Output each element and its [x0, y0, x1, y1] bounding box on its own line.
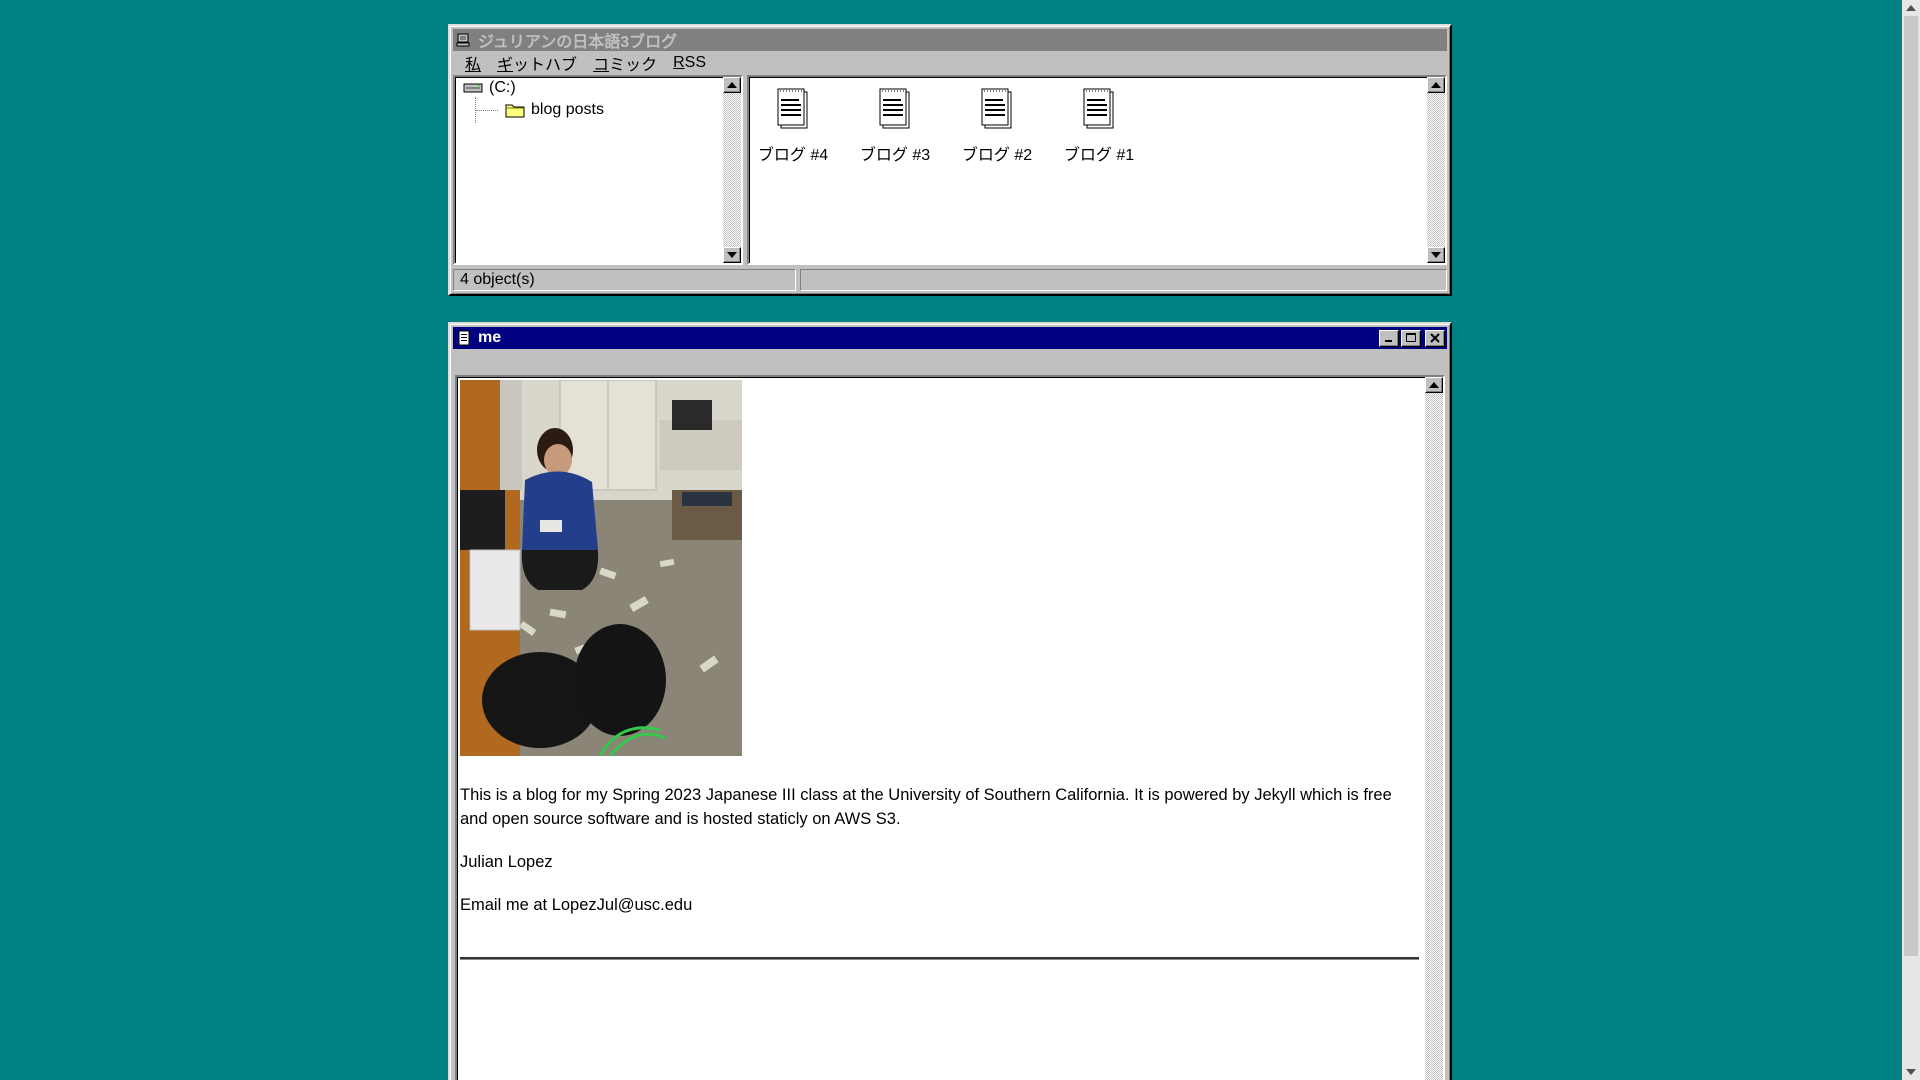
document-icon — [981, 88, 1012, 129]
tree-root-label: (C:) — [489, 79, 516, 96]
file-item-blog-2[interactable]: ブログ #2 — [961, 87, 1033, 165]
page-scrollbar[interactable] — [1902, 0, 1920, 1080]
menu-item-comic[interactable]: コミック — [591, 50, 659, 76]
document-icon — [1083, 88, 1114, 129]
profile-photo-illustration — [460, 380, 742, 756]
menu-item-github[interactable]: ギットハブ — [495, 50, 579, 76]
maximize-icon — [1406, 333, 1416, 342]
status-right-cell — [800, 269, 1447, 291]
me-window[interactable]: me This is a blog for my Spring 2023 Jap… — [448, 322, 1452, 1080]
file-grid: ブログ #4 ブログ #3 ブログ #2 ブログ #1 — [757, 87, 1135, 165]
drive-icon — [463, 83, 483, 93]
arrow-up-icon — [727, 82, 737, 88]
files-pane: ブログ #4 ブログ #3 ブログ #2 ブログ #1 — [747, 75, 1447, 265]
scroll-up-button[interactable] — [723, 77, 741, 93]
tree-item-blog-posts[interactable]: blog posts — [505, 101, 604, 119]
profile-photo — [460, 380, 742, 756]
explorer-window[interactable]: ジュリアンの日本語3ブログ 私 ギットハブ コミック RSS (C:) blog… — [448, 24, 1452, 296]
content-body: This is a blog for my Spring 2023 Japane… — [460, 380, 1419, 960]
folder-icon — [505, 104, 525, 118]
computer-icon — [456, 33, 470, 47]
close-button[interactable] — [1425, 329, 1445, 347]
document-icon — [879, 88, 910, 129]
menu-label: コミック — [593, 57, 658, 74]
tree-connector — [476, 110, 498, 111]
file-label: ブログ #4 — [757, 147, 829, 164]
page-scroll-thumb[interactable] — [1904, 16, 1918, 956]
menu-label: ギットハブ — [497, 57, 578, 74]
arrow-up-icon — [1431, 82, 1441, 88]
author-name: Julian Lopez — [460, 853, 553, 871]
menu-item-rss[interactable]: RSS — [671, 53, 708, 73]
arrow-down-icon — [1431, 252, 1441, 258]
document-icon — [777, 88, 808, 129]
scroll-up-button[interactable] — [1425, 377, 1443, 393]
content-scrollbar[interactable] — [1425, 377, 1443, 1080]
me-toolbar-strip — [453, 349, 1447, 373]
minimize-button[interactable] — [1379, 329, 1399, 347]
minimize-icon — [1385, 340, 1392, 342]
file-label: ブログ #1 — [1063, 147, 1135, 164]
menu-label: RSS — [673, 54, 706, 71]
me-titlebar[interactable]: me — [453, 327, 1447, 349]
explorer-titlebar[interactable]: ジュリアンの日本語3ブログ — [453, 29, 1447, 51]
status-object-count: 4 object(s) — [453, 269, 796, 291]
arrow-down-icon — [1906, 1069, 1916, 1075]
file-label: ブログ #2 — [961, 147, 1033, 164]
menu-item-me[interactable]: 私 — [463, 50, 483, 76]
tree-item-drive-c[interactable]: (C:) — [463, 79, 516, 97]
menu-bar: 私 ギットハブ コミック RSS — [453, 51, 1447, 75]
explorer-panes: (C:) blog posts ブログ #4 ブログ #3 ブログ #2 ブログ… — [453, 75, 1447, 265]
file-item-blog-3[interactable]: ブログ #3 — [859, 87, 931, 165]
file-label: ブログ #3 — [859, 147, 931, 164]
scroll-down-button[interactable] — [1427, 247, 1445, 263]
content-pane: This is a blog for my Spring 2023 Japane… — [455, 375, 1445, 1080]
tree-child-label: blog posts — [531, 101, 604, 118]
files-scrollbar[interactable] — [1427, 77, 1445, 263]
file-item-blog-1[interactable]: ブログ #1 — [1063, 87, 1135, 165]
close-icon — [1430, 333, 1440, 343]
window-controls — [1379, 329, 1445, 347]
bio-paragraph: This is a blog for my Spring 2023 Japane… — [460, 786, 1392, 828]
maximize-button[interactable] — [1401, 329, 1421, 347]
page-scroll-down-button[interactable] — [1902, 1064, 1920, 1080]
tree-pane: (C:) blog posts — [453, 75, 743, 265]
menu-label: 私 — [465, 57, 482, 74]
scroll-down-button[interactable] — [723, 247, 741, 263]
window-title: ジュリアンの日本語3ブログ — [478, 34, 678, 51]
page-scroll-up-button[interactable] — [1902, 0, 1920, 16]
file-item-blog-4[interactable]: ブログ #4 — [757, 87, 829, 165]
scroll-up-button[interactable] — [1427, 77, 1445, 93]
arrow-down-icon — [727, 252, 737, 258]
status-bar: 4 object(s) — [453, 269, 1447, 291]
notepad-icon — [458, 330, 470, 346]
arrow-up-icon — [1906, 5, 1916, 11]
bio-section: This is a blog for my Spring 2023 Japane… — [460, 783, 1419, 917]
email-line: Email me at LopezJul@usc.edu — [460, 896, 693, 914]
tree-scrollbar[interactable] — [723, 77, 741, 263]
window-title: me — [478, 329, 502, 346]
horizontal-rule — [460, 957, 1419, 960]
arrow-up-icon — [1429, 382, 1439, 388]
